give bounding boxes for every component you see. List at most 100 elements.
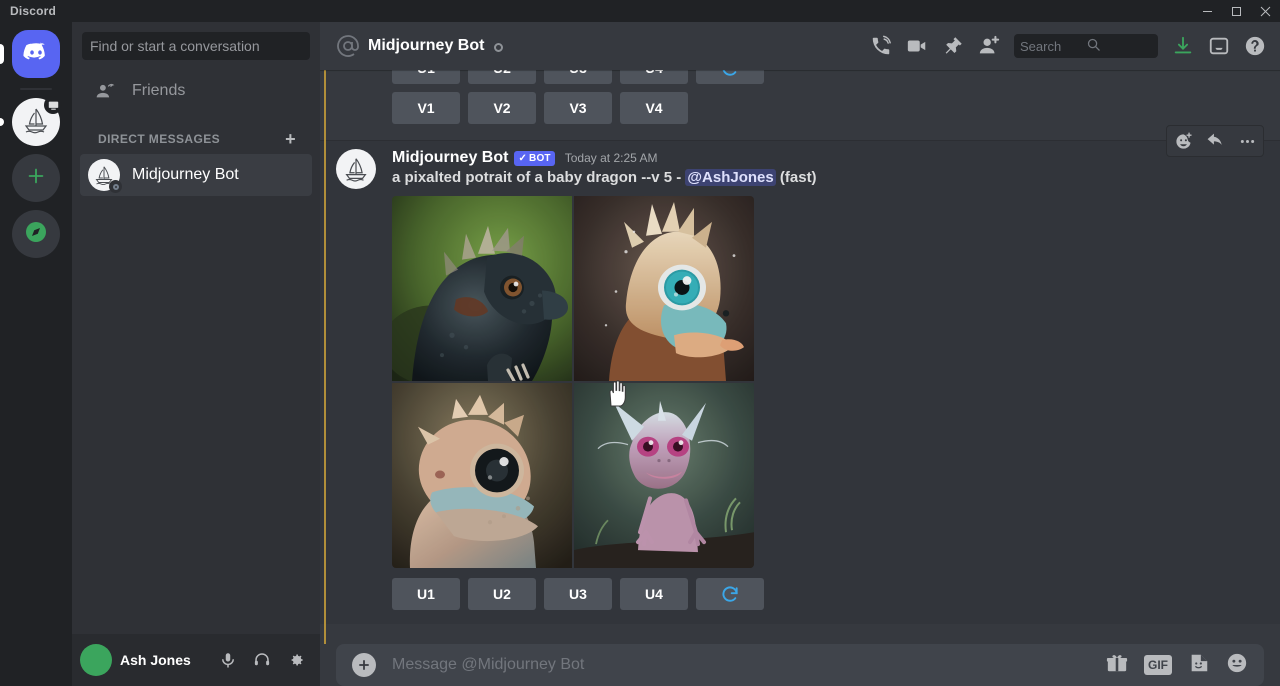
gift-icon[interactable] [1106, 652, 1128, 679]
button-v2-previous[interactable]: V2 [468, 92, 536, 124]
channel-header-actions [864, 29, 1006, 63]
message-list[interactable]: U1 U2 U3 U4 V1 V2 V3 V4 [320, 70, 1280, 644]
button-u4-previous[interactable]: U4 [620, 70, 688, 84]
more-actions-icon[interactable] [1231, 126, 1263, 156]
help-icon[interactable] [1238, 29, 1272, 63]
message-content: a pixalted potrait of a baby dragon --v … [392, 167, 1264, 186]
compass-icon [24, 220, 48, 249]
variation-button-row-previous: V1 V2 V3 V4 [392, 92, 1264, 132]
image-grid-cell-2[interactable] [574, 196, 754, 381]
dm-search-container: Find or start a conversation [72, 22, 320, 70]
start-call-icon[interactable] [864, 29, 898, 63]
sidebar-item-friends[interactable]: Friends [80, 70, 312, 112]
composer-box[interactable]: Message @Midjourney Bot GIF [336, 644, 1264, 686]
dm-item-label: Midjourney Bot [132, 166, 239, 183]
message-timestamp: Today at 2:25 AM [564, 151, 658, 165]
button-u2[interactable]: U2 [468, 578, 536, 610]
inbox-downloads-icon[interactable] [1166, 29, 1200, 63]
gif-icon-label: GIF [1144, 655, 1172, 675]
message-author[interactable]: Midjourney Bot [392, 149, 508, 167]
plus-icon [25, 165, 47, 192]
dm-sidebar: Find or start a conversation Friends DIR… [72, 22, 320, 686]
emoji-icon[interactable] [1226, 652, 1248, 679]
upload-attachment-button[interactable] [352, 653, 376, 677]
user-panel-controls [212, 644, 312, 676]
dm-search-input[interactable]: Find or start a conversation [82, 32, 310, 60]
button-u3-previous[interactable]: U3 [544, 70, 612, 84]
button-u1[interactable]: U1 [392, 578, 460, 610]
dm-list: Friends DIRECT MESSAGES + Midjourney Bot [72, 70, 320, 196]
message-composer: Message @Midjourney Bot GIF [320, 644, 1280, 686]
button-u1-previous[interactable]: U1 [392, 70, 460, 84]
message-hover-toolbar [1166, 125, 1264, 157]
window-controls [1193, 0, 1280, 22]
title-bar: Discord [0, 0, 1280, 22]
microphone-icon[interactable] [212, 644, 244, 676]
add-friends-to-dm-icon[interactable] [972, 29, 1006, 63]
discord-logo-icon [22, 38, 50, 71]
avatar [88, 159, 122, 193]
add-server-button[interactable] [12, 154, 60, 202]
message-input[interactable]: Message @Midjourney Bot [392, 656, 1106, 674]
sticker-icon[interactable] [1188, 652, 1210, 679]
image-grid-cell-1[interactable] [392, 196, 572, 381]
message-mention[interactable]: @AshJones [685, 169, 776, 186]
headset-icon[interactable] [246, 644, 278, 676]
discord-window: Discord Find or start a conversation Fri… [0, 0, 1280, 686]
button-u2-previous[interactable]: U2 [468, 70, 536, 84]
active-pill [0, 44, 4, 64]
left-accent-line [324, 70, 326, 644]
search-input[interactable]: Search [1014, 34, 1158, 58]
add-reaction-icon[interactable] [1167, 126, 1199, 156]
search-icon [1086, 37, 1152, 55]
close-button[interactable] [1251, 0, 1280, 22]
pinned-messages-icon[interactable] [936, 29, 970, 63]
image-grid[interactable] [392, 196, 754, 568]
message-prompt: a pixalted potrait of a baby dragon --v … [392, 169, 673, 186]
direct-messages-header: DIRECT MESSAGES + [80, 112, 312, 154]
bot-badge: ✓ BOT [514, 150, 555, 166]
image-grid-cell-3[interactable] [392, 383, 572, 568]
upscale-button-row: U1 U2 U3 U4 [392, 568, 1264, 618]
reply-icon[interactable] [1199, 126, 1231, 156]
message-midjourney-result: Midjourney Bot ✓ BOT Today at 2:25 AM a … [320, 125, 1280, 624]
friends-icon [88, 80, 120, 102]
explore-servers-button[interactable] [12, 210, 60, 258]
direct-messages-label: DIRECT MESSAGES [98, 132, 221, 146]
user-panel: Ash Jones [72, 634, 320, 686]
button-v1-previous[interactable]: V1 [392, 92, 460, 124]
message-previous: U1 U2 U3 U4 V1 V2 V3 V4 [320, 70, 1280, 132]
start-video-call-icon[interactable] [900, 29, 934, 63]
message-header: Midjourney Bot ✓ BOT Today at 2:25 AM [392, 141, 1264, 167]
gif-icon[interactable]: GIF [1144, 655, 1172, 675]
button-refresh[interactable] [696, 578, 764, 610]
minimize-button[interactable] [1193, 0, 1222, 22]
rail-divider [20, 88, 52, 90]
server-rail [0, 22, 72, 686]
screenshare-badge-icon [44, 96, 62, 114]
unread-pill [0, 118, 4, 126]
bot-badge-label: BOT [529, 152, 551, 164]
button-u4[interactable]: U4 [620, 578, 688, 610]
status-offline-icon [494, 42, 504, 52]
channel-header: Midjourney Bot Search [320, 22, 1280, 70]
dm-item-midjourney-bot[interactable]: Midjourney Bot [80, 154, 312, 196]
channel-header-right-actions [1166, 29, 1272, 63]
message-separator: - [676, 169, 682, 186]
create-dm-button[interactable]: + [285, 130, 302, 148]
button-refresh-previous[interactable] [696, 70, 764, 84]
image-grid-cell-4[interactable] [574, 383, 754, 568]
sidebar-item-home[interactable] [0, 30, 60, 78]
maximize-button[interactable] [1222, 0, 1251, 22]
bot-badge-check: ✓ [518, 152, 528, 164]
sidebar-item-friends-label: Friends [132, 82, 186, 99]
button-v4-previous[interactable]: V4 [620, 92, 688, 124]
gear-icon[interactable] [280, 644, 312, 676]
upscale-button-row-previous: U1 U2 U3 U4 [392, 70, 1264, 92]
current-user-avatar[interactable] [80, 644, 112, 676]
inbox-icon[interactable] [1202, 29, 1236, 63]
button-v3-previous[interactable]: V3 [544, 92, 612, 124]
sidebar-item-midjourney-server[interactable] [0, 96, 62, 146]
button-u3[interactable]: U3 [544, 578, 612, 610]
avatar[interactable] [336, 149, 376, 189]
